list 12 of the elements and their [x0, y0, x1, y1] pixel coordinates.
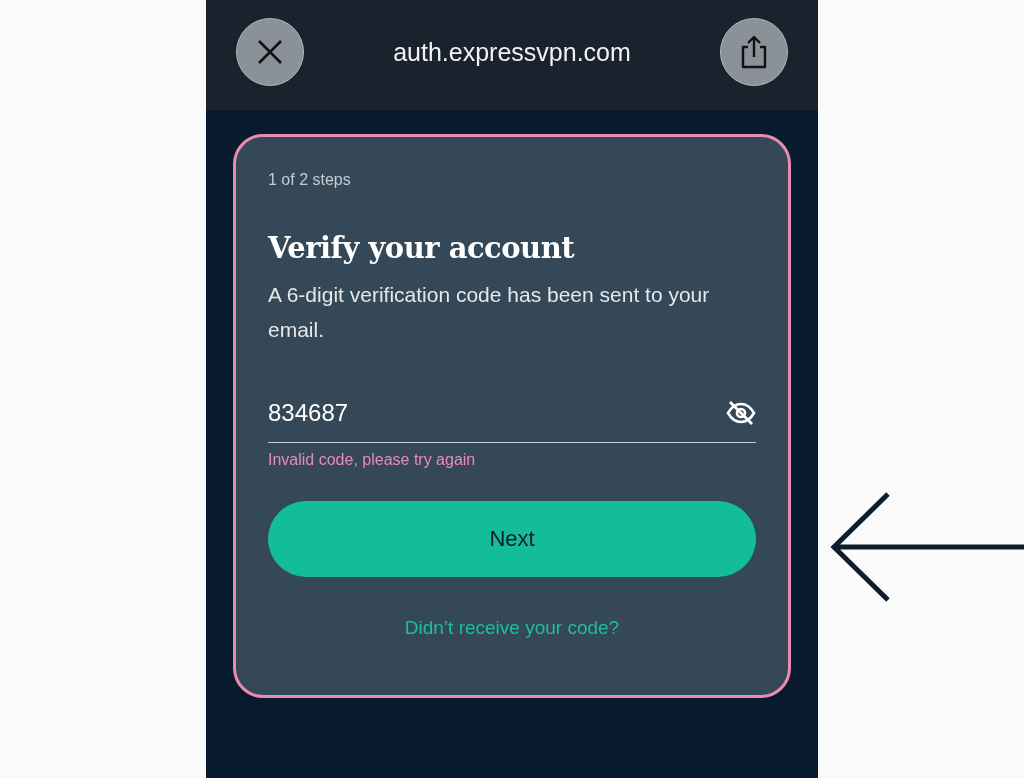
resend-code-link[interactable]: Didn’t receive your code? [404, 617, 620, 639]
next-button[interactable]: Next [268, 501, 756, 577]
code-field[interactable]: 834687 [268, 383, 756, 443]
close-icon [256, 38, 284, 66]
card-title: Verify your account [268, 231, 576, 265]
url-text: auth.expressvpn.com [393, 37, 631, 67]
eye-slash-icon[interactable] [726, 400, 756, 426]
error-message: Invalid code, please try again [268, 451, 477, 469]
step-counter: 1 of 2 steps [268, 171, 352, 189]
share-icon [739, 35, 769, 69]
arrow-icon [830, 492, 1024, 602]
card-description: A 6-digit verification code has been sent to your email. [268, 282, 711, 343]
